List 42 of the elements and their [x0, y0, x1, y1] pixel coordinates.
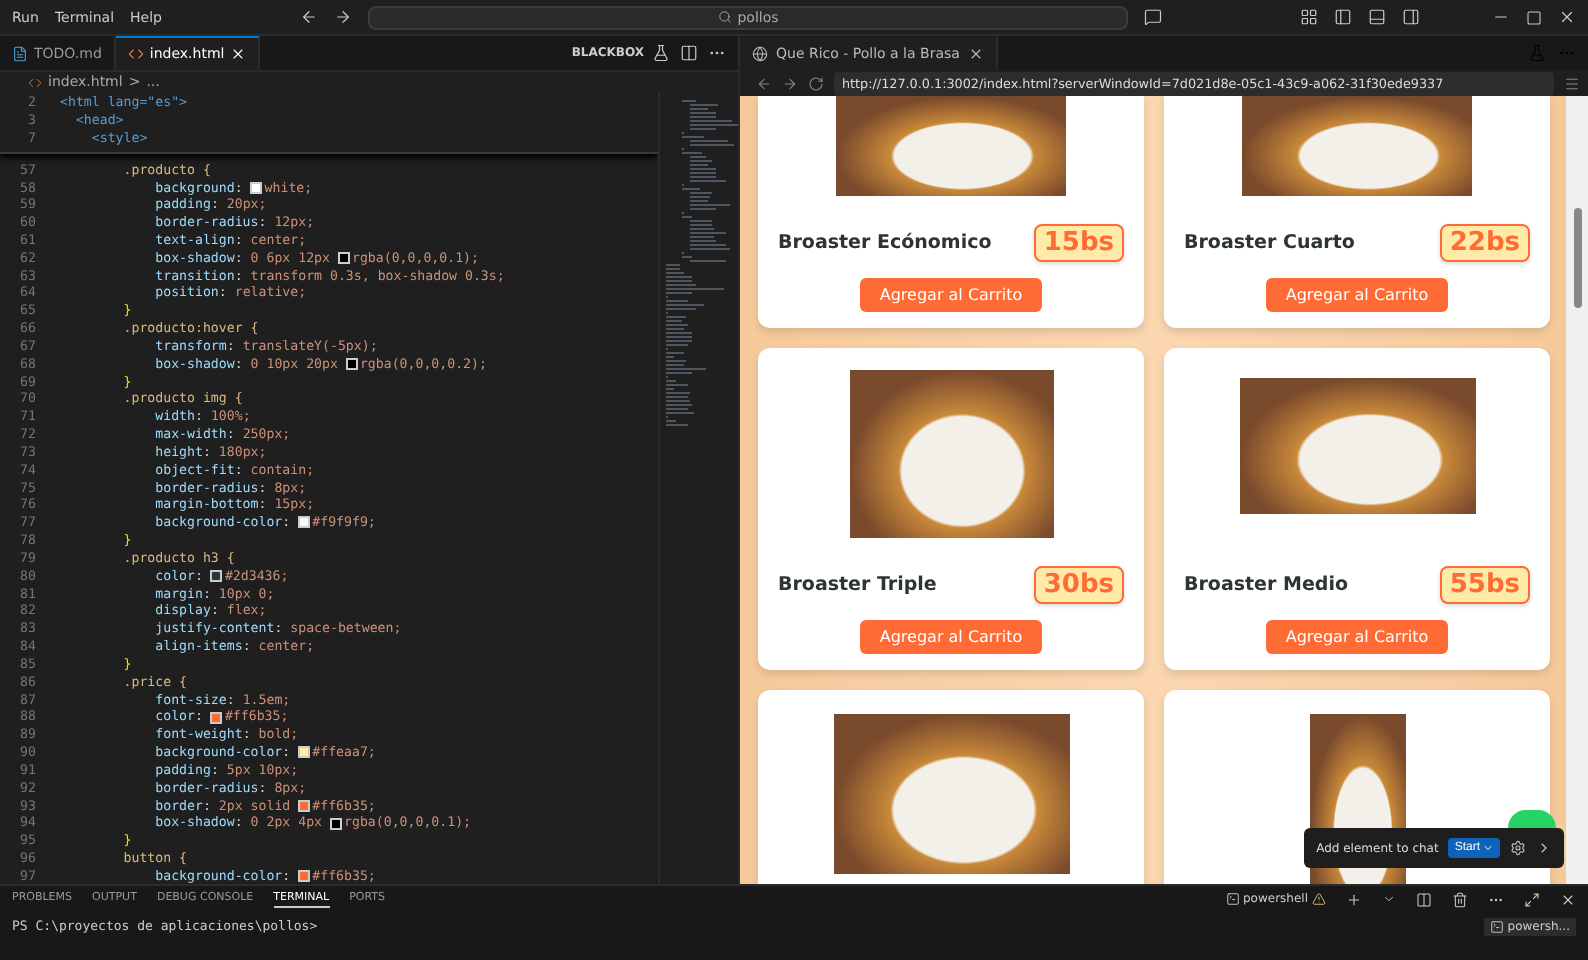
- panel-toggle-icon[interactable]: [1368, 8, 1386, 26]
- sidebar-toggle-icon[interactable]: [1334, 8, 1352, 26]
- trash-icon[interactable]: [1452, 891, 1468, 907]
- reload-icon[interactable]: [808, 75, 824, 91]
- file-icon: [127, 46, 144, 62]
- split-terminal-icon[interactable]: [1416, 891, 1432, 907]
- product-name: Broaster Ecónomico: [778, 232, 992, 254]
- layout-icon[interactable]: [1300, 8, 1318, 26]
- product-price: 55bs: [1439, 566, 1530, 604]
- maximize-panel-icon[interactable]: [1524, 891, 1540, 907]
- caret-icon: [1482, 842, 1494, 854]
- terminal-icon: [1489, 920, 1504, 934]
- chat-icon[interactable]: [1144, 8, 1162, 26]
- file-icon: [28, 75, 42, 89]
- close-icon[interactable]: [967, 45, 984, 61]
- close-icon[interactable]: [230, 46, 247, 62]
- warning-icon: [1312, 892, 1326, 906]
- product-name: Broaster Triple: [778, 574, 937, 596]
- close-icon[interactable]: [1558, 8, 1576, 26]
- menu-icon[interactable]: [1564, 75, 1580, 91]
- terminal-icon: [1225, 892, 1239, 906]
- file-icon: [12, 46, 28, 62]
- split-editor-icon[interactable]: [680, 44, 698, 62]
- close-icon[interactable]: [1560, 891, 1576, 907]
- forward-icon[interactable]: [334, 8, 352, 26]
- product-price: 22bs: [1439, 224, 1530, 262]
- add-terminal-icon[interactable]: [1346, 891, 1362, 907]
- product-price: 15bs: [1033, 224, 1124, 262]
- dropdown-icon[interactable]: [1382, 892, 1396, 906]
- chevron-right-icon[interactable]: [1536, 840, 1552, 856]
- back-icon[interactable]: [300, 8, 318, 26]
- product-price: 30bs: [1033, 566, 1124, 604]
- secondary-sidebar-icon[interactable]: [1402, 8, 1420, 26]
- page-icon: [752, 45, 768, 61]
- search-icon: [717, 10, 732, 24]
- back-icon[interactable]: [756, 75, 772, 91]
- scrollbar-thumb[interactable]: [1573, 208, 1581, 308]
- maximize-icon[interactable]: [1526, 9, 1542, 25]
- forward-icon[interactable]: [782, 75, 798, 91]
- product-name: Broaster Cuarto: [1184, 232, 1355, 254]
- product-name: Broaster Medio: [1184, 574, 1348, 596]
- settings-icon[interactable]: [1510, 840, 1526, 856]
